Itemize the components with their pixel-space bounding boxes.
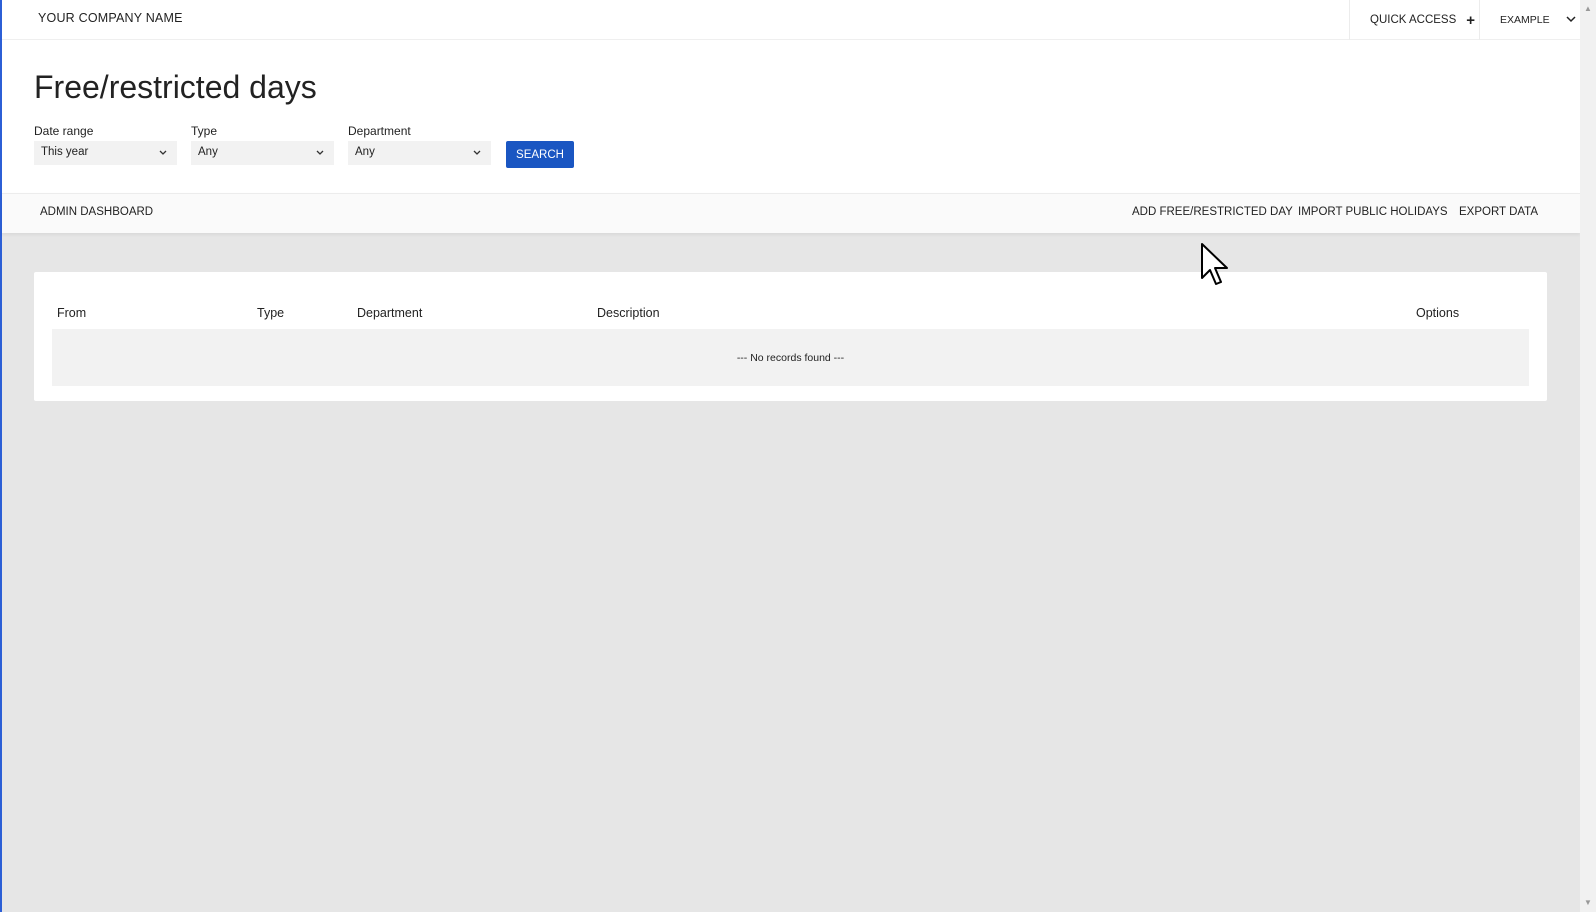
type-select[interactable]: Any <box>191 141 334 165</box>
date-range-label: Date range <box>34 124 94 138</box>
app-window: YOUR COMPANY NAME QUICK ACCESS + EXAMPLE… <box>0 0 1596 912</box>
date-range-select[interactable]: This year <box>34 141 177 165</box>
department-select[interactable]: Any <box>348 141 491 165</box>
vertical-scrollbar[interactable]: ▲ ▼ <box>1580 0 1596 912</box>
department-label: Department <box>348 124 411 138</box>
quick-access-label: QUICK ACCESS <box>1370 14 1457 26</box>
date-range-value: This year <box>41 146 89 158</box>
search-button[interactable]: SEARCH <box>506 141 574 168</box>
chevron-down-icon <box>473 147 481 159</box>
user-menu-button[interactable]: EXAMPLE <box>1479 0 1580 40</box>
chevron-down-icon <box>1566 14 1576 26</box>
plus-icon: + <box>1466 11 1476 29</box>
records-table: From Type Department Description Options… <box>34 272 1547 401</box>
type-value: Any <box>198 146 218 158</box>
chevron-down-icon <box>159 147 167 159</box>
scroll-up-arrow-icon[interactable]: ▲ <box>1583 4 1593 14</box>
page-title: Free/restricted days <box>34 69 317 105</box>
import-public-holidays-link[interactable]: IMPORT PUBLIC HOLIDAYS <box>1298 206 1448 218</box>
page-header: Free/restricted days Date range This yea… <box>2 40 1580 193</box>
action-bar: ADMIN DASHBOARD ADD FREE/RESTRICTED DAY … <box>2 193 1580 233</box>
type-label: Type <box>191 124 218 138</box>
column-header-description: Description <box>597 306 660 320</box>
chevron-down-icon <box>316 147 324 159</box>
user-name: EXAMPLE <box>1500 14 1550 26</box>
department-value: Any <box>355 146 375 158</box>
company-name[interactable]: YOUR COMPANY NAME <box>38 11 183 25</box>
export-data-link[interactable]: EXPORT DATA <box>1459 206 1538 218</box>
column-header-from: From <box>57 306 87 320</box>
column-header-type: Type <box>257 306 285 320</box>
admin-dashboard-link[interactable]: ADMIN DASHBOARD <box>40 206 153 218</box>
top-bar: YOUR COMPANY NAME QUICK ACCESS + EXAMPLE <box>2 0 1580 40</box>
empty-records-row: --- No records found --- <box>52 329 1529 386</box>
quick-access-button[interactable]: QUICK ACCESS + <box>1349 0 1479 40</box>
column-header-department: Department <box>357 306 423 320</box>
column-header-options: Options <box>1416 306 1460 320</box>
add-free-restricted-day-link[interactable]: ADD FREE/RESTRICTED DAY <box>1132 206 1293 218</box>
scroll-down-arrow-icon[interactable]: ▼ <box>1583 898 1593 908</box>
